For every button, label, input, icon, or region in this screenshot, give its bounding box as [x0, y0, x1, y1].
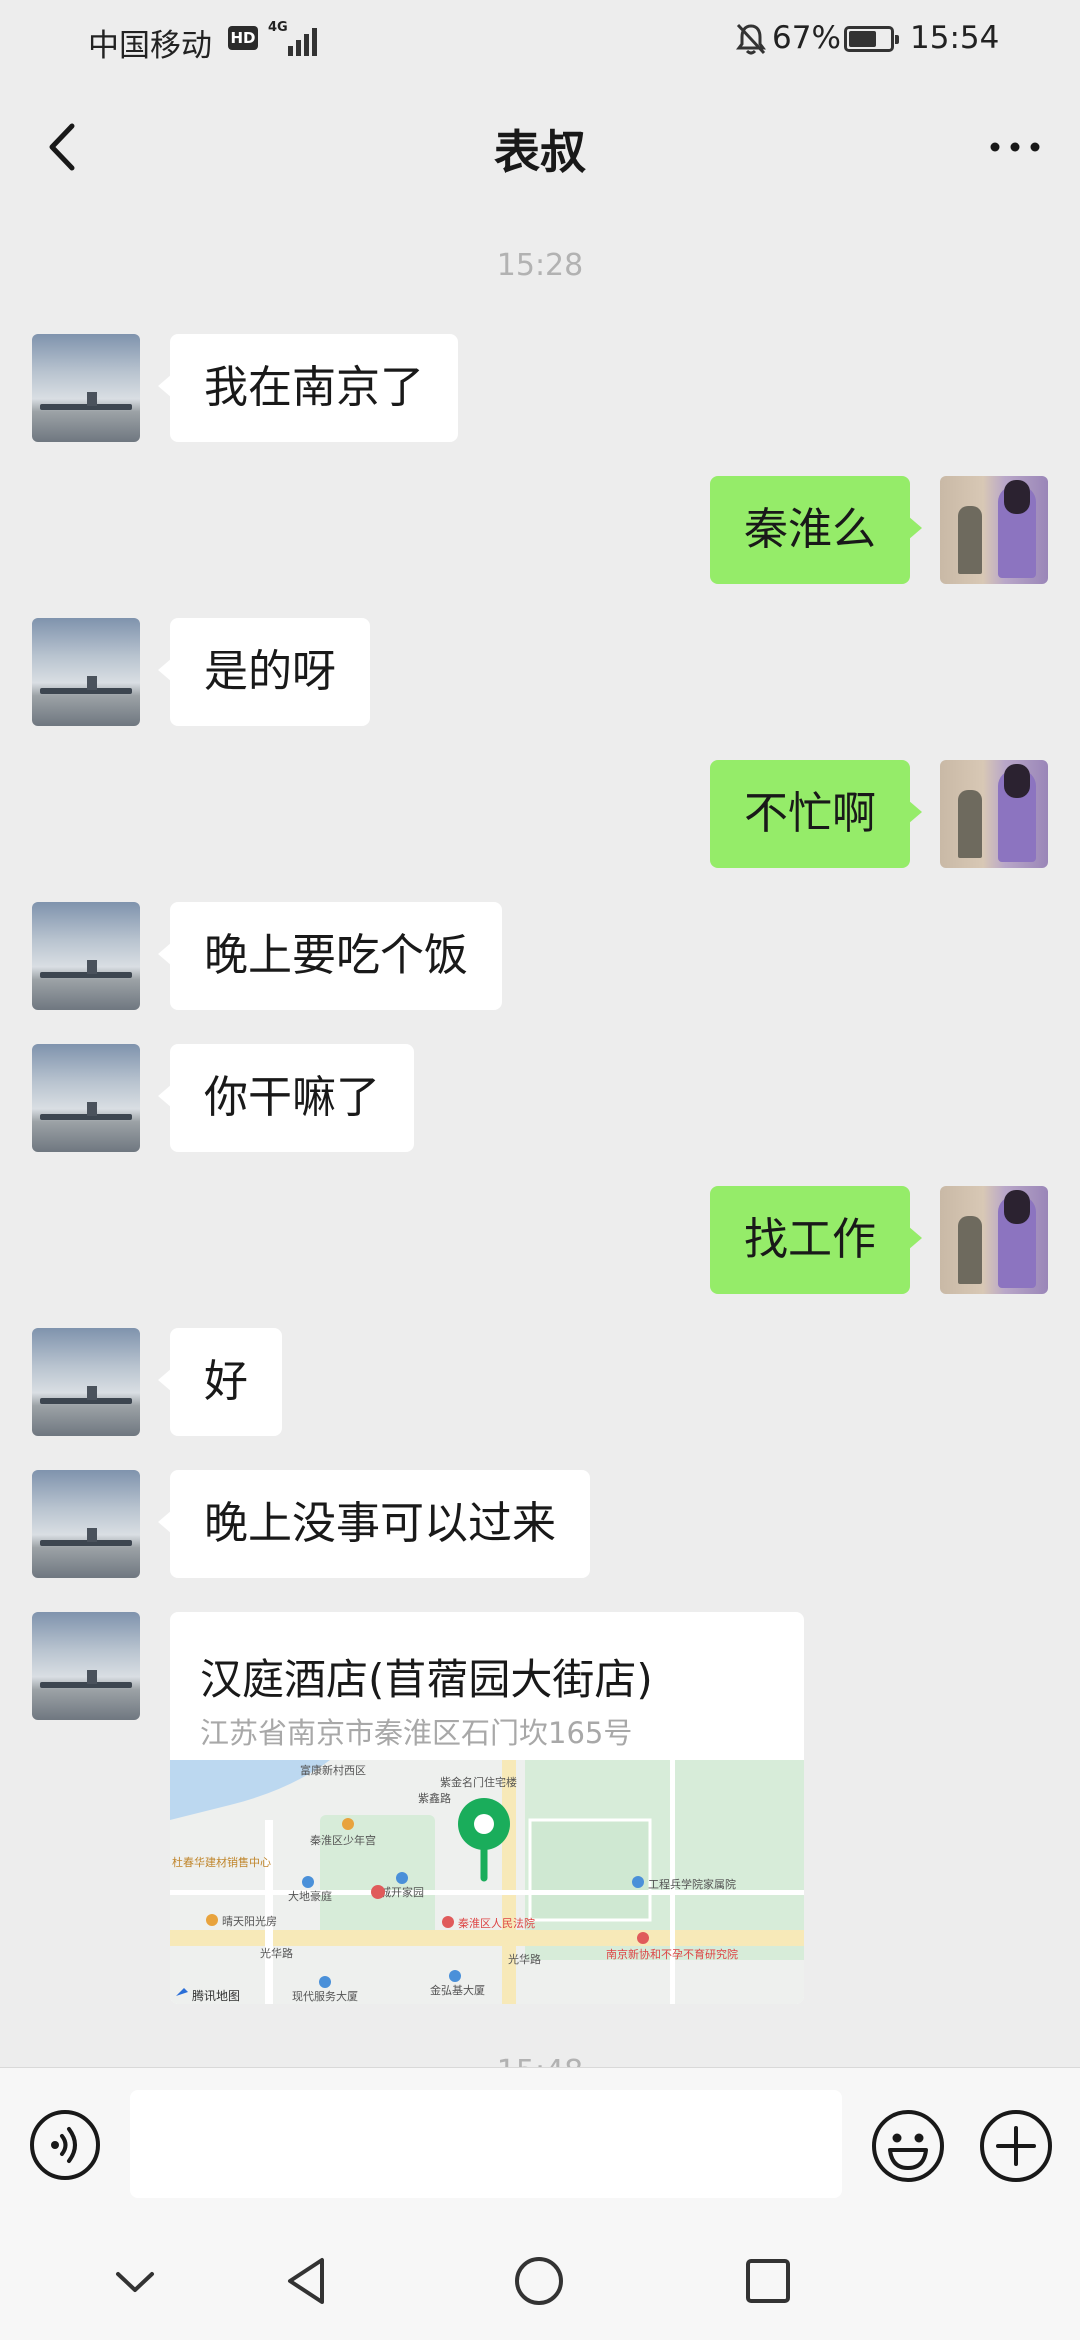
- message-bubble[interactable]: 你干嘛了: [158, 1044, 414, 1152]
- message-list[interactable]: 15:28 我在南京了 秦淮么 是的呀 不忙啊 晚上要吃个饭 你干嘛了 找工作 …: [0, 212, 1080, 2067]
- message-bubble[interactable]: 晚上要吃个饭: [158, 902, 502, 1010]
- contact-avatar[interactable]: [32, 1044, 140, 1152]
- location-name: 汉庭酒店(苜蓿园大街店): [200, 1655, 653, 1704]
- nav-back-icon[interactable]: [276, 2248, 342, 2314]
- map-label: 光华路: [260, 1946, 293, 1960]
- message-bubble[interactable]: 秦淮么: [710, 476, 922, 584]
- message-bubble[interactable]: 我在南京了: [158, 334, 458, 442]
- map-label: 金弘基大厦: [430, 1983, 485, 1997]
- chat-screen: 中国移动 HD 4G 67% 15:54 表叔 15:28 我在南京了 秦淮么 …: [0, 0, 1080, 2340]
- map-label: 大地豪庭: [288, 1889, 332, 1903]
- map-attribution: 腾讯地图: [192, 1988, 240, 2003]
- emoji-icon[interactable]: [870, 2108, 946, 2184]
- my-avatar[interactable]: [940, 476, 1048, 584]
- more-icon[interactable]: [980, 112, 1050, 182]
- location-card[interactable]: 汉庭酒店(苜蓿园大街店) 江苏省南京市秦淮区石门坎165号 富康新村西区 紫金名…: [170, 1612, 804, 2004]
- contact-avatar[interactable]: [32, 1612, 140, 1720]
- battery-level: [849, 31, 876, 47]
- time-divider-partial: 15:48: [0, 2057, 1080, 2067]
- contact-avatar[interactable]: [32, 618, 140, 726]
- contact-avatar[interactable]: [32, 1328, 140, 1436]
- map-label: 杜春华建材销售中心: [172, 1855, 271, 1869]
- status-time: 15:54: [910, 20, 1000, 56]
- my-avatar[interactable]: [940, 760, 1048, 868]
- map-label: 富康新村西区: [300, 1763, 366, 1777]
- message-bubble[interactable]: 是的呀: [158, 618, 370, 726]
- system-nav-bar: [0, 2222, 1080, 2340]
- map-label: 光华路: [508, 1952, 541, 1966]
- chat-title: 表叔: [494, 125, 586, 179]
- chevron-down-icon[interactable]: [102, 2248, 168, 2314]
- input-bar: [0, 2067, 1080, 2222]
- location-address: 江苏省南京市秦淮区石门坎165号: [200, 1716, 633, 1750]
- carrier-label: 中国移动: [88, 28, 212, 64]
- map-label: 工程兵学院家属院: [648, 1877, 736, 1891]
- message-bubble[interactable]: 好: [158, 1328, 282, 1436]
- contact-avatar[interactable]: [32, 1470, 140, 1578]
- battery-icon: [844, 26, 899, 52]
- my-avatar[interactable]: [940, 1186, 1048, 1294]
- contact-avatar[interactable]: [32, 902, 140, 1010]
- time-divider: 15:28: [496, 248, 584, 283]
- plus-icon[interactable]: [978, 2108, 1054, 2184]
- mute-bell-icon: [736, 23, 766, 55]
- map-label: 秦淮区人民法院: [458, 1916, 535, 1930]
- map-label: 秦淮区少年宫: [310, 1833, 376, 1847]
- status-bar: 中国移动 HD 4G 67% 15:54: [0, 0, 1080, 82]
- map-label: 晴天阳光房: [222, 1914, 277, 1928]
- map-label: 紫鑫路: [418, 1791, 451, 1805]
- message-bubble[interactable]: 晚上没事可以过来: [158, 1470, 590, 1578]
- signal-icon: [288, 28, 317, 56]
- map-label: 现代服务大厦: [292, 1989, 358, 2003]
- nav-home-icon[interactable]: [506, 2248, 572, 2314]
- network-type: 4G: [268, 20, 288, 35]
- nav-recents-icon[interactable]: [735, 2248, 801, 2314]
- hd-badge: HD: [228, 26, 258, 50]
- chat-header: 表叔: [0, 82, 1080, 212]
- voice-icon[interactable]: [28, 2108, 102, 2182]
- message-bubble[interactable]: 找工作: [710, 1186, 922, 1294]
- battery-percent: 67%: [772, 20, 841, 56]
- map-label: 城开家园: [380, 1885, 424, 1899]
- message-bubble[interactable]: 不忙啊: [710, 760, 922, 868]
- contact-avatar[interactable]: [32, 334, 140, 442]
- map-label: 南京新协和不孕不育研究院: [606, 1947, 738, 1961]
- location-map: 富康新村西区 紫金名门住宅楼 紫鑫路 秦淮区少年宫 杜春华建材销售中心 大地豪庭…: [170, 1760, 804, 2004]
- message-input[interactable]: [130, 2090, 842, 2198]
- map-label: 紫金名门住宅楼: [440, 1775, 517, 1789]
